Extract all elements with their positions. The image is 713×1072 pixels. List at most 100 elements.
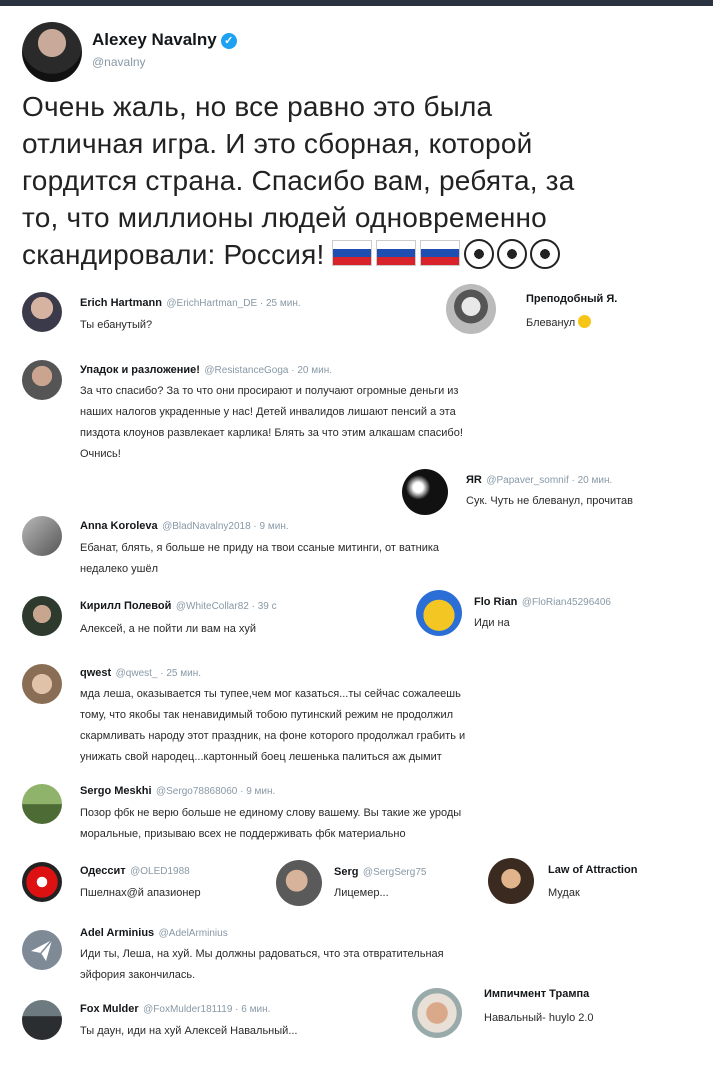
reply-meta: @OLED1988 [130, 866, 190, 877]
reply-meta: @AdelArminius [158, 928, 228, 939]
tweet-line: Очень жаль, но все равно это была [22, 91, 493, 122]
avatar-fox-mulder[interactable] [22, 1000, 62, 1040]
reply-line: Алексей, а не пойти ли вам на хуй [80, 623, 257, 635]
reply-meta: @ResistanceGoga · 20 мин. [204, 365, 333, 376]
top-border [0, 0, 713, 6]
avatar-erich-hartmann[interactable] [22, 292, 62, 332]
reply-text: Иди на [474, 613, 510, 634]
reply-text: Ебанат, блять, я больше не приду на твои… [80, 538, 640, 580]
tweet-author-handle[interactable]: @navalny [92, 55, 146, 69]
avatar-serg[interactable] [276, 860, 322, 906]
reply-header: Упадок и разложение! @ResistanceGoga · 2… [80, 360, 332, 378]
reply-header: Одессит @OLED1988 [80, 861, 190, 879]
reply-line: Очнись! [80, 448, 121, 460]
avatar-impeachment-trump[interactable] [412, 988, 462, 1038]
reply-line: Сук. Чуть не блеванул, прочитав [466, 495, 634, 507]
reply-author-name[interactable]: Sergo Meskhi [80, 785, 152, 797]
avatar-qwest[interactable] [22, 664, 62, 704]
avatar-upadok[interactable] [22, 360, 62, 400]
reply-line: унижать свой народец...картонный боец ле… [80, 751, 442, 763]
reply-header: Adel Arminius @AdelArminius [80, 923, 228, 941]
reply-line: недалеко ушёл [80, 563, 158, 575]
reply-header: Sergo Meskhi @Sergo78868060 · 9 мин. [80, 781, 275, 799]
reply-text: мда леша, оказывается ты тупее,чем мог к… [80, 684, 660, 768]
avatar-law-of-attraction[interactable] [488, 858, 534, 904]
reply-author-name[interactable]: qwest [80, 667, 111, 679]
reply-meta: @ErichHartman_DE · 25 мин. [166, 298, 301, 309]
russia-flag-emoji [420, 240, 461, 266]
reply-text: Лицемер... [334, 883, 389, 904]
avatar-anna-koroleva[interactable] [22, 516, 62, 556]
tweet-line: гордится страна. Спасибо вам, ребята, за [22, 165, 575, 196]
reply-line: эйфория закончилась. [80, 969, 196, 981]
grimacing-face-emoji [578, 315, 592, 328]
reply-line: За что спасибо? За то что они просирают … [80, 385, 459, 397]
avatar-yar[interactable] [402, 469, 448, 515]
reply-line: мда леша, оказывается ты тупее,чем мог к… [80, 688, 461, 700]
reply-line: скармливать народу этот праздник, на фон… [80, 730, 466, 742]
reply-text: Позор фбк не верю больше не единому слов… [80, 803, 660, 845]
tweet-author-name[interactable]: Alexey Navalny ✓ [92, 30, 237, 50]
reply-line: Лицемер... [334, 887, 389, 899]
reply-header: Erich Hartmann @ErichHartman_DE · 25 мин… [80, 293, 301, 311]
avatar-prepodobny[interactable] [446, 284, 496, 334]
verified-badge-icon: ✓ [220, 33, 237, 49]
reply-author-name[interactable]: Упадок и разложение! [80, 364, 200, 376]
avatar-navalny[interactable] [22, 22, 82, 82]
paper-plane-icon [31, 939, 53, 961]
soccer-ball-emoji [464, 239, 495, 269]
soccer-ball-emoji [497, 239, 528, 269]
reply-text: Пшелнах@й апазионер [80, 883, 201, 904]
reply-header: Flo Rian @FloRian45296406 [474, 592, 611, 610]
reply-line: Ты ебанутый? [80, 319, 153, 331]
reply-meta: @BladNavalny2018 · 9 мин. [162, 521, 289, 532]
reply-text: Блеванул [526, 313, 592, 334]
reply-meta: @FoxMulder181119 · 6 мин. [143, 1004, 271, 1015]
russia-flag-emoji [376, 240, 417, 266]
reply-header: Serg @SergSerg75 [334, 862, 426, 880]
reply-line: Навальный- huylo 2.0 [484, 1012, 594, 1024]
reply-header: Fox Mulder @FoxMulder181119 · 6 мин. [80, 999, 270, 1017]
author-name-text: Alexey Navalny [92, 30, 217, 49]
reply-author-name[interactable]: Serg [334, 866, 358, 878]
reply-author-name[interactable]: Одессит [80, 865, 126, 877]
reply-line: Ты даун, иди на хуй Алексей Навальный... [80, 1025, 298, 1037]
reply-author-name[interactable]: Fox Mulder [80, 1003, 139, 1015]
reply-line: тому, что якобы так ненавидимый тобою пу… [80, 709, 454, 721]
reply-meta: @WhiteCollar82 · 39 с [175, 601, 277, 612]
reply-line: пиздота клоунов развлекает карлика! Блят… [80, 427, 463, 439]
reply-text: Алексей, а не пойти ли вам на хуй [80, 619, 256, 640]
avatar-adel-arminius[interactable] [22, 930, 62, 970]
reply-author-name[interactable]: Law of Attraction [548, 864, 637, 876]
reply-text: Ты ебанутый? [80, 315, 152, 336]
avatar-sergo-meskhi[interactable] [22, 784, 62, 824]
reply-text: Мудак [548, 883, 580, 904]
reply-text: Сук. Чуть не блеванул, прочитав [466, 491, 633, 512]
reply-line: Мудак [548, 887, 580, 899]
russia-flag-emoji [332, 240, 373, 266]
reply-author-name[interactable]: Anna Koroleva [80, 520, 158, 532]
reply-header: Anna Koroleva @BladNavalny2018 · 9 мин. [80, 516, 289, 534]
reply-author-name[interactable]: Преподобный Я. [526, 293, 617, 305]
reply-meta: @qwest_ · 25 мин. [115, 668, 202, 679]
reply-author-name[interactable]: Кирилл Полевой [80, 600, 171, 612]
reply-author-name[interactable]: Erich Hartmann [80, 297, 162, 309]
reply-text: За что спасибо? За то что они просирают … [80, 381, 640, 465]
reply-header: Кирилл Полевой @WhiteCollar82 · 39 с [80, 596, 277, 614]
reply-line: Ебанат, блять, я больше не приду на твои… [80, 542, 440, 554]
avatar-kirill-polevoy[interactable] [22, 596, 62, 636]
reply-header: qwest @qwest_ · 25 мин. [80, 663, 201, 681]
tweet-text: Очень жаль, но все равно это была отличн… [22, 88, 702, 273]
reply-text: Ты даун, иди на хуй Алексей Навальный... [80, 1021, 297, 1042]
reply-meta: @SergSerg75 [362, 867, 427, 878]
reply-line: моральные, призываю всех не поддерживать… [80, 828, 406, 840]
reply-author-name[interactable]: Flo Rian [474, 596, 517, 608]
avatar-flo-rian[interactable] [416, 590, 462, 636]
reply-author-name[interactable]: Adel Arminius [80, 927, 154, 939]
reply-meta: @Sergo78868060 · 9 мин. [155, 786, 276, 797]
avatar-odessit[interactable] [22, 862, 62, 902]
reply-author-name[interactable]: ЯR [466, 474, 482, 486]
soccer-ball-emoji [530, 239, 561, 269]
reply-author-name[interactable]: Импичмент Трампа [484, 988, 589, 1000]
reply-meta: @FloRian45296406 [521, 597, 611, 608]
